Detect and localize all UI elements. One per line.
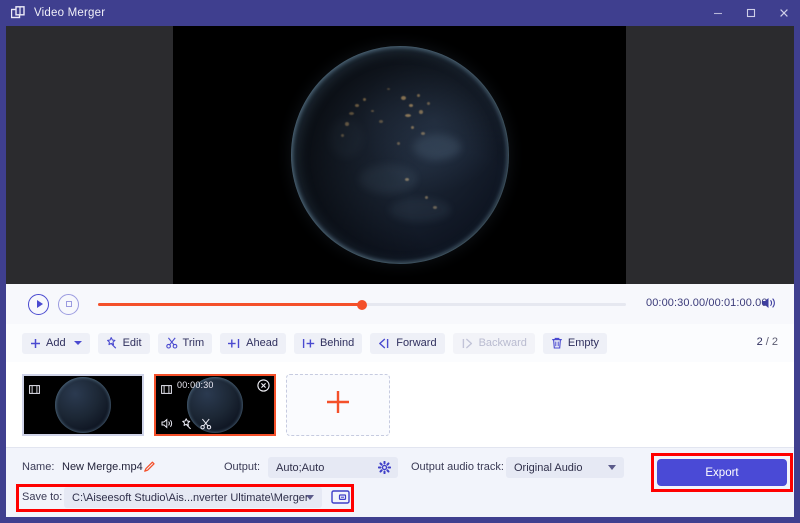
save-to-label: Save to: (22, 491, 63, 503)
video-merger-window: Video Merger 00:00:30.00/00:01:00.00 Add… (0, 0, 800, 523)
output-format-field[interactable]: Auto;Auto (268, 457, 398, 478)
window-controls (701, 0, 800, 26)
edit-button-label: Edit (122, 337, 142, 349)
export-button-label: Export (705, 466, 739, 479)
insert-ahead-icon (228, 338, 241, 349)
output-format-value: Auto;Auto (276, 461, 325, 474)
scissors-icon (165, 337, 178, 349)
save-to-path-field[interactable]: C:\Aiseesoft Studio\Ais...nverter Ultima… (64, 487, 322, 508)
save-to-path-value: C:\Aiseesoft Studio\Ais...nverter Ultima… (72, 491, 309, 504)
add-button[interactable]: Add (22, 332, 90, 354)
clip-thumbnail-2[interactable]: 00:00:30 (154, 373, 276, 436)
add-clip-card[interactable] (286, 373, 390, 436)
trash-icon (551, 337, 563, 349)
empty-button-label: Empty (567, 337, 600, 349)
edit-button[interactable]: Edit (97, 332, 150, 354)
gear-icon[interactable] (377, 460, 392, 477)
clip-tools (161, 417, 212, 430)
play-icon[interactable] (28, 293, 49, 315)
move-backward-button[interactable]: Backward (452, 332, 535, 354)
chevron-down-icon[interactable] (608, 465, 616, 470)
pencil-icon[interactable] (143, 460, 156, 478)
audio-track-select[interactable]: Original Audio (506, 457, 624, 478)
insert-behind-label: Behind (319, 337, 355, 349)
trim-button-label: Trim (182, 337, 205, 349)
plus-icon (30, 338, 41, 349)
time-display: 00:00:30.00/00:01:00.00 (646, 297, 768, 309)
film-strip-icon (29, 381, 40, 399)
stop-icon[interactable] (58, 293, 79, 315)
clip-counter: 2 / 2 (757, 336, 778, 348)
clip-thumbnail-preview (55, 376, 111, 433)
clip-counter-current: 2 (756, 336, 763, 348)
output-label: Output: (224, 461, 261, 473)
magic-wand-icon[interactable] (181, 417, 193, 430)
save-to-row: Save to: C:\Aiseesoft Studio\Ais...nvert… (6, 486, 794, 510)
plus-icon (325, 389, 351, 420)
close-button[interactable] (767, 0, 800, 26)
video-merger-icon (10, 5, 26, 21)
clip-duration: 00:00:30 (177, 379, 214, 390)
playback-slider[interactable] (98, 299, 626, 310)
clip-list: 00:00:30 (6, 362, 794, 447)
audio-track-label: Output audio track: (411, 461, 504, 473)
player-control-bar: 00:00:30.00/00:01:00.00 (6, 284, 794, 324)
move-forward-label: Forward (396, 337, 437, 349)
clip-thumbnail-1[interactable] (22, 373, 144, 436)
add-button-label: Add (46, 337, 66, 349)
clip-counter-separator: / (765, 336, 769, 348)
move-forward-icon (378, 338, 391, 349)
speaker-icon[interactable] (761, 296, 777, 315)
trim-button[interactable]: Trim (157, 332, 213, 354)
move-forward-button[interactable]: Forward (370, 332, 445, 354)
audio-track-value: Original Audio (514, 461, 583, 474)
insert-ahead-button[interactable]: Ahead (220, 332, 286, 354)
name-label: Name: (22, 461, 55, 473)
move-backward-icon (461, 338, 474, 349)
scissors-icon[interactable] (200, 418, 212, 430)
maximize-button[interactable] (734, 0, 767, 26)
chevron-down-icon[interactable] (306, 495, 314, 500)
output-file-name: New Merge.mp4 (62, 461, 143, 473)
move-backward-label: Backward (478, 337, 527, 349)
window-title: Video Merger (34, 7, 106, 19)
insert-behind-icon (302, 338, 315, 349)
insert-behind-button[interactable]: Behind (293, 332, 363, 354)
clip-counter-total: 2 (771, 336, 778, 348)
export-button[interactable]: Export (657, 459, 787, 486)
playback-slider-thumb[interactable] (357, 299, 367, 310)
edit-toolbar: Add Edit Trim Ahead Behind Forward Backw… (6, 324, 794, 362)
preview-panel (6, 26, 794, 284)
chevron-down-icon[interactable] (73, 341, 82, 345)
close-circle-icon[interactable] (257, 378, 270, 392)
empty-button[interactable]: Empty (542, 332, 608, 354)
folder-open-icon[interactable] (331, 488, 350, 510)
speaker-icon[interactable] (161, 418, 174, 429)
insert-ahead-label: Ahead (246, 337, 278, 349)
magic-wand-icon (106, 337, 118, 349)
earth-at-night-frame (292, 48, 507, 262)
video-canvas[interactable] (173, 26, 626, 284)
minimize-button[interactable] (701, 0, 734, 26)
title-bar: Video Merger (0, 0, 800, 26)
film-strip-icon (161, 381, 172, 399)
